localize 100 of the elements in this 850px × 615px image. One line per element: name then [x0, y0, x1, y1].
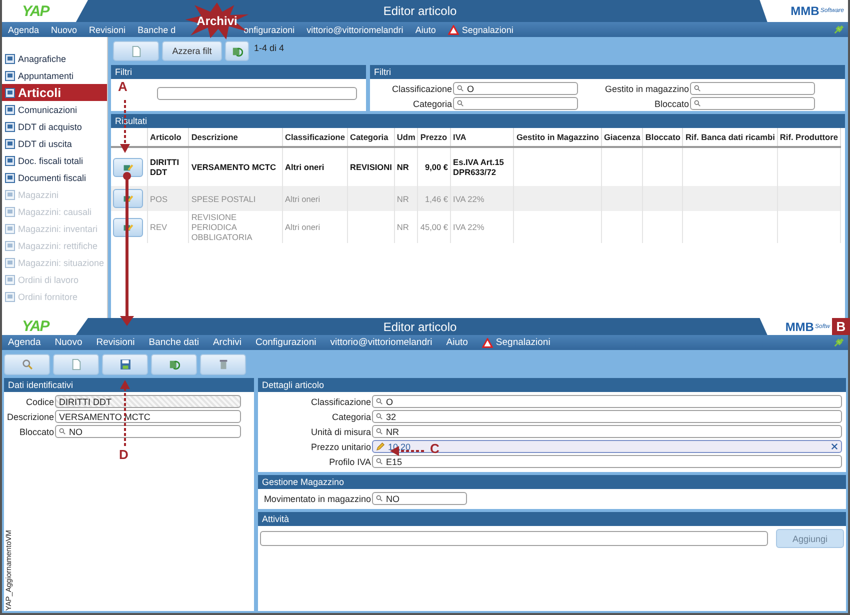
column-header[interactable]: Bloccato [642, 128, 683, 147]
panel-header: Dati identificativi [4, 378, 254, 392]
search-button[interactable] [4, 354, 50, 374]
save-button[interactable] [102, 354, 148, 374]
document-icon [130, 46, 142, 56]
menu-item[interactable]: vittorio@vittoriomelandri [306, 24, 404, 34]
search-icon [376, 398, 383, 405]
search-icon [59, 428, 66, 435]
search-icon [376, 428, 383, 435]
column-header[interactable]: Articolo [148, 128, 189, 147]
field-label: Profilo IVA [328, 456, 371, 466]
document-icon [70, 358, 82, 370]
edit-icon [122, 193, 134, 204]
column-header[interactable]: Gestito in Magazzino [514, 128, 602, 147]
sidebar-item[interactable]: Anagrafiche [2, 50, 107, 67]
trash-icon [218, 358, 228, 370]
sidebar-item[interactable]: DDT di acquisto [2, 118, 107, 135]
column-header[interactable]: Descrizione [188, 128, 282, 147]
table-cell: NR [396, 194, 409, 204]
lookup-field[interactable]: NO [372, 492, 467, 505]
column-header[interactable]: Rif. Produttore [777, 128, 840, 147]
column-header[interactable]: Udm [394, 128, 418, 147]
new-button[interactable] [53, 354, 99, 374]
sidebar-item[interactable]: Doc. fiscali totali [2, 152, 107, 169]
lookup-field[interactable] [453, 97, 578, 110]
callout-letter: D [119, 448, 128, 462]
menu-item[interactable]: Segnalazioni [448, 24, 514, 34]
new-button[interactable] [113, 41, 159, 61]
edit-button[interactable] [113, 158, 143, 176]
search-icon [694, 85, 701, 92]
table-cell: Altri oneri [285, 194, 320, 204]
menu-item[interactable]: Agenda [8, 337, 41, 348]
sidebar-item[interactable]: DDT di uscita [2, 135, 107, 152]
column-header[interactable]: IVA [450, 128, 514, 147]
column-header[interactable]: Categoria [347, 128, 394, 147]
menu-item[interactable]: onfigurazioni [244, 24, 295, 34]
lookup-field[interactable]: NO [55, 425, 241, 438]
table-cell: 45,00 € [420, 222, 448, 232]
edit-button[interactable] [113, 189, 143, 208]
refresh-icon [232, 46, 242, 56]
menu-item[interactable]: Revisioni [96, 337, 135, 348]
menu-item[interactable]: Revisioni [89, 24, 126, 34]
refresh-button[interactable] [225, 41, 249, 61]
menu-item[interactable]: Agenda [8, 24, 40, 34]
field-label: Prezzo unitario [310, 442, 371, 452]
field-label: Codice [24, 396, 54, 406]
refresh-button[interactable] [151, 354, 197, 374]
activity-field[interactable] [260, 531, 768, 546]
sidebar-item[interactable]: Articoli [2, 84, 107, 101]
search-field[interactable] [157, 87, 357, 100]
save-icon [120, 358, 130, 370]
edit-icon [122, 222, 134, 232]
menu-item[interactable]: Segnalazioni [482, 337, 550, 348]
panel-header: Filtri [370, 65, 845, 79]
menu-item[interactable]: Configurazioni [255, 337, 316, 348]
edit-button[interactable] [113, 218, 143, 236]
lookup-field[interactable] [690, 97, 815, 110]
close-icon[interactable] [831, 443, 838, 450]
sidebar-item[interactable]: Appuntamenti [2, 67, 107, 84]
menu-item[interactable]: Archivi [212, 337, 242, 348]
lookup-field[interactable]: 32 [372, 410, 842, 423]
menu-item[interactable]: Aiuto [446, 337, 468, 348]
table-cell: IVA 22% [453, 222, 484, 232]
column-header[interactable]: Classificazione [282, 128, 348, 147]
table-cell: Altri oneri [285, 162, 324, 172]
reset-filters-button[interactable]: Azzera filt [162, 41, 222, 61]
table-cell: REVISIONI [350, 162, 392, 172]
menu-item[interactable]: Nuovo [51, 24, 78, 34]
sidebar-item[interactable]: Comunicazioni [2, 101, 107, 118]
menu-item[interactable]: Banche dati [148, 337, 199, 348]
menu-item[interactable]: Banche d [138, 24, 176, 34]
sidebar-item[interactable]: Documenti fiscali [2, 169, 107, 186]
panel-header: Risultati [111, 114, 845, 128]
callout-letter: A [118, 80, 128, 94]
lookup-field[interactable]: E15 [372, 455, 842, 468]
column-header[interactable]: Rif. Banca dati ricambi [682, 128, 778, 147]
lookup-field[interactable]: O [453, 82, 578, 95]
app-logo: YAP [2, 0, 88, 22]
search-icon [457, 100, 464, 107]
delete-button[interactable] [200, 354, 246, 374]
menu-item[interactable]: Aiuto [415, 24, 436, 34]
lookup-field[interactable] [690, 82, 815, 95]
column-header[interactable]: Prezzo [418, 128, 451, 147]
table-cell: VERSAMENTO MCTC [191, 162, 276, 172]
table-cell: POS [150, 194, 168, 204]
field-label: Categoria [412, 98, 452, 108]
table-cell: SPESE POSTALI [191, 194, 256, 204]
field-label: Classificazione [390, 84, 452, 94]
plug-icon[interactable] [833, 337, 844, 348]
app-logo: YAP [2, 318, 88, 335]
search-icon [376, 458, 383, 465]
plug-icon[interactable] [833, 24, 844, 35]
menu-item[interactable]: vittorio@vittoriomelandri [330, 337, 432, 348]
column-header[interactable]: Giacenza [601, 128, 643, 147]
lookup-field[interactable]: O [372, 395, 842, 408]
lookup-field[interactable]: NR [372, 425, 842, 438]
table-cell: NR [396, 162, 409, 172]
field-label: Gestito in magazzino [604, 84, 689, 94]
menu-item[interactable]: Nuovo [54, 337, 82, 348]
table-cell: 1,46 € [424, 194, 448, 204]
